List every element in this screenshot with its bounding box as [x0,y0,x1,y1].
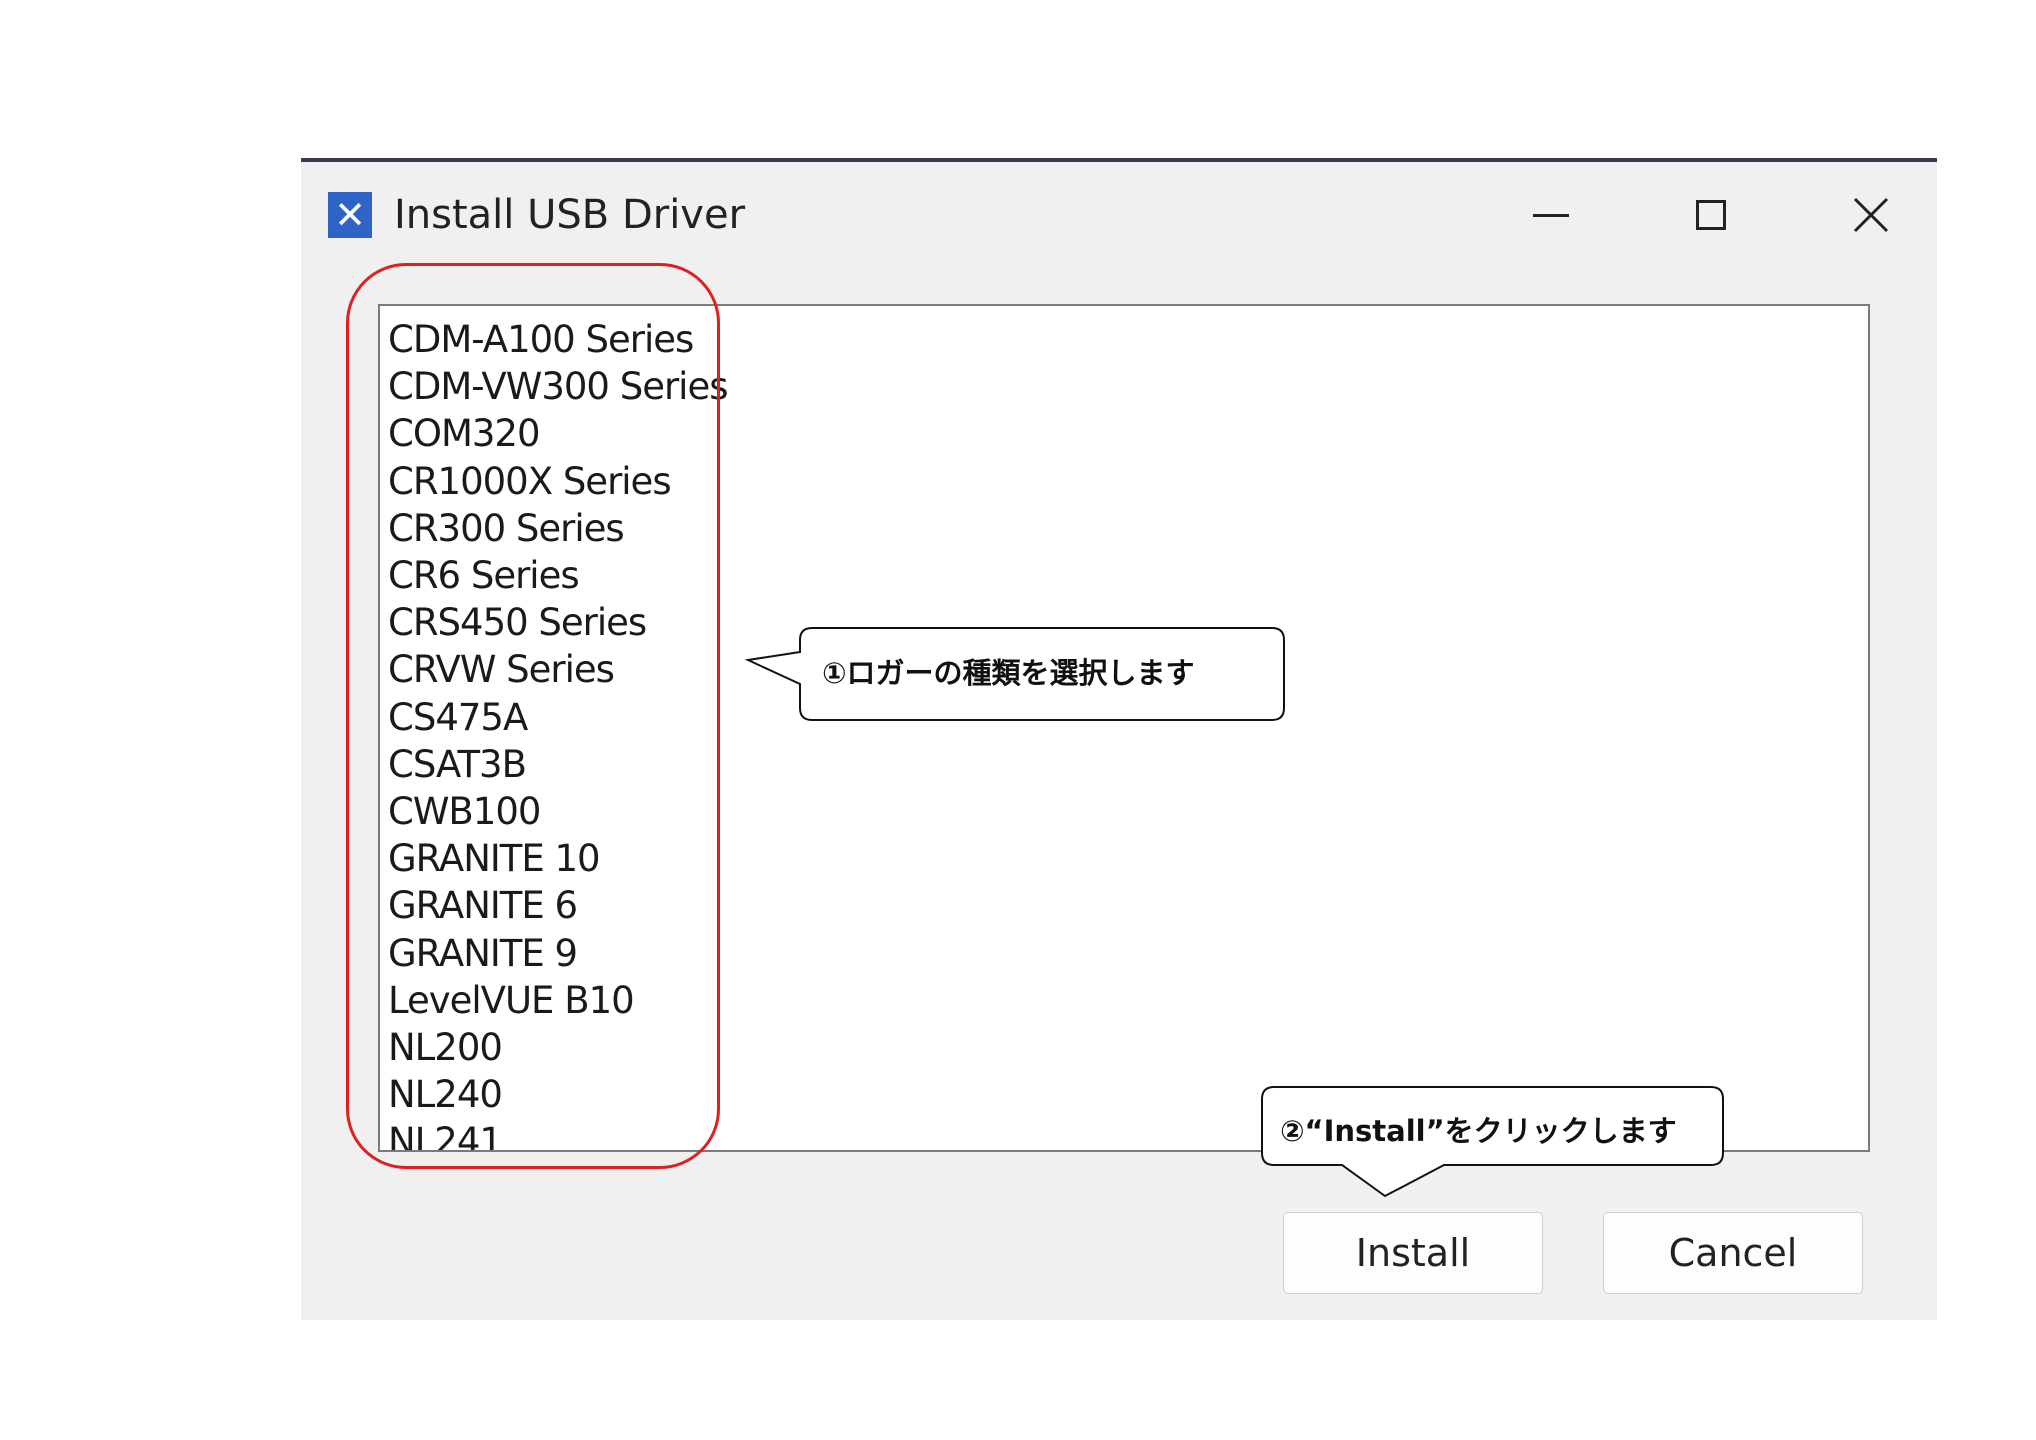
callout-step2-text: ②“Install”をクリックします [1280,1114,1677,1148]
callout-shapes [744,627,1724,1198]
callout-step1-text: ①ロガーの種類を選択します [822,656,1195,690]
